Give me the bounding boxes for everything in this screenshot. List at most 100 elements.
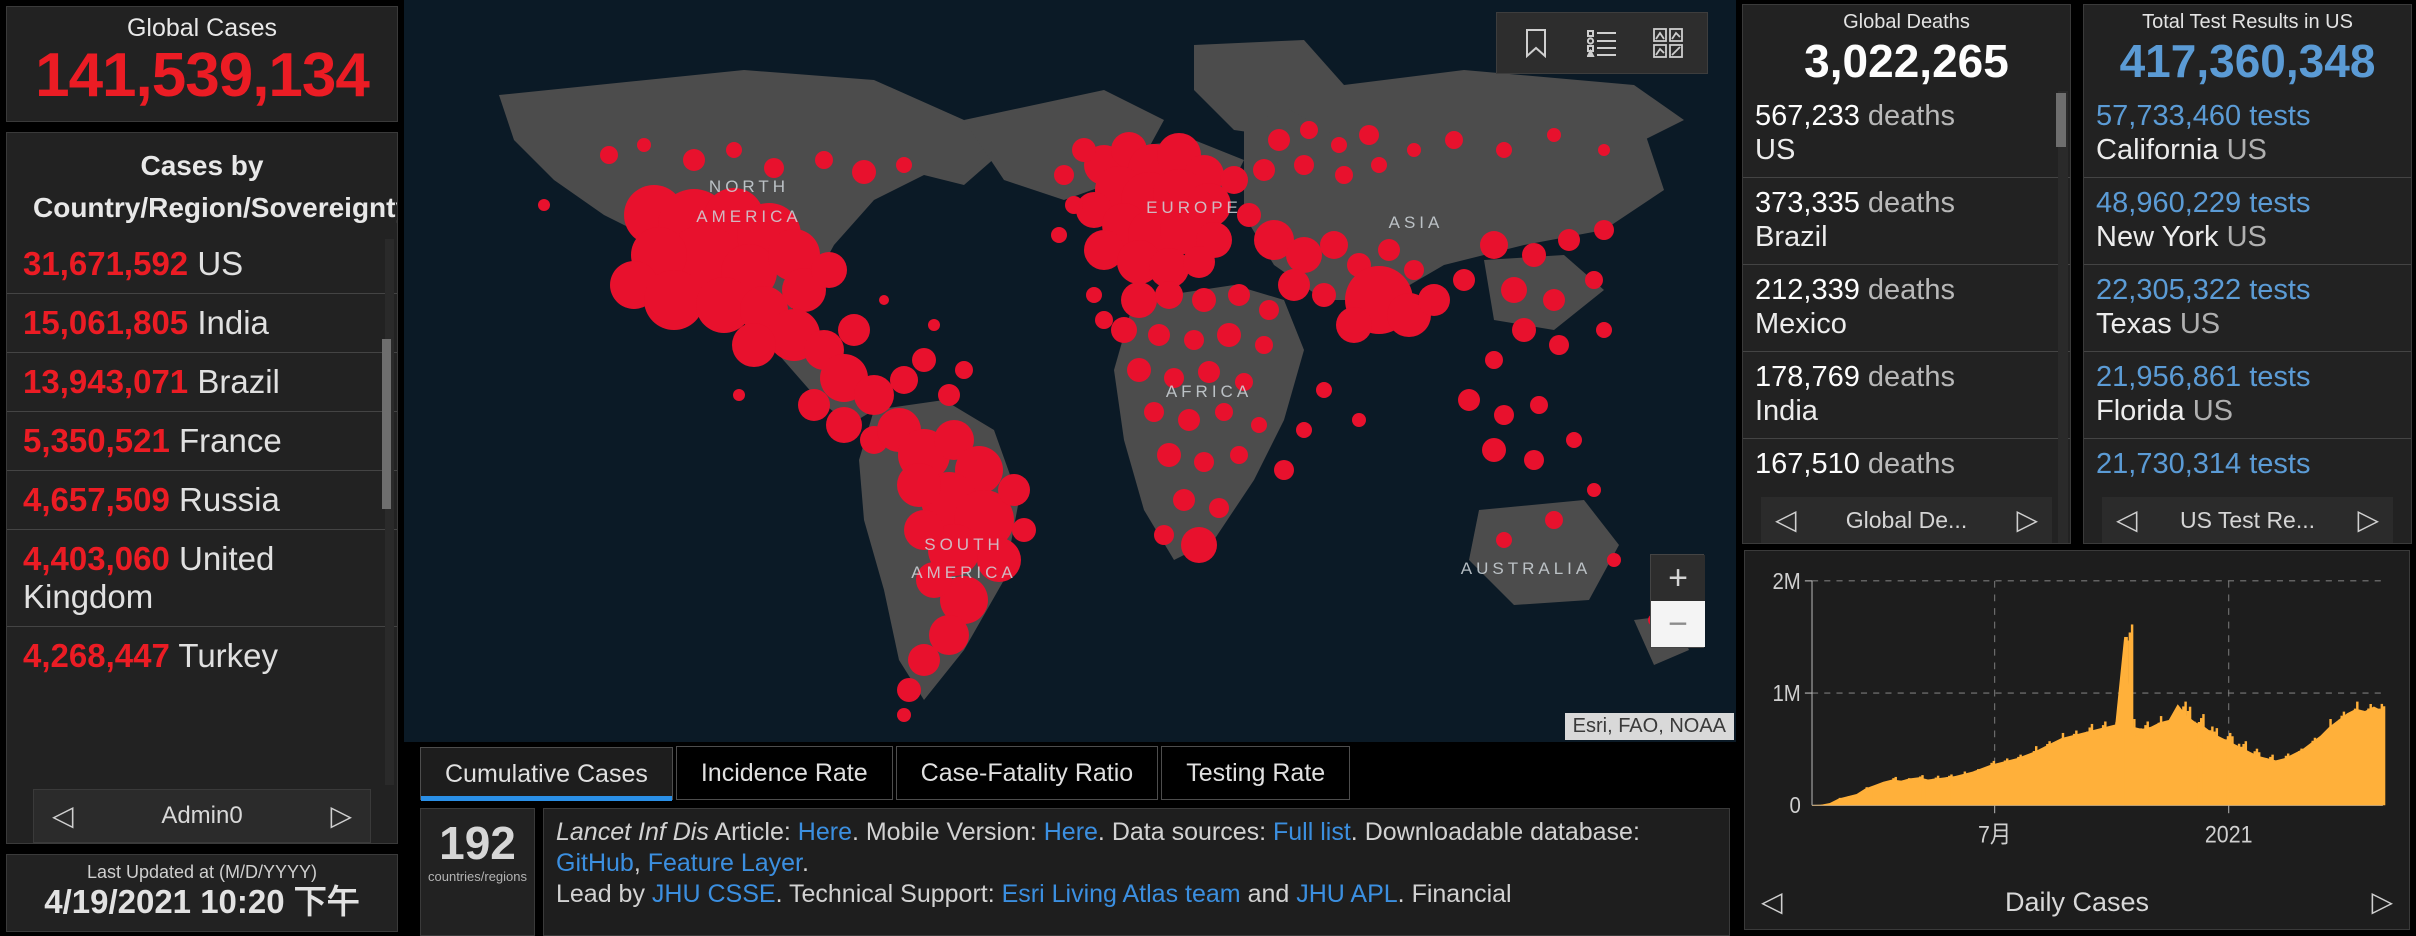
admin0-nav[interactable]: ◁ Admin0 ▷ bbox=[33, 789, 371, 843]
deaths-row[interactable]: 178,769 deaths India bbox=[1743, 351, 2070, 438]
link-esri-living-atlas[interactable]: Esri Living Atlas team bbox=[1002, 880, 1241, 908]
link-here-article[interactable]: Here bbox=[798, 818, 852, 846]
chevron-right-icon[interactable]: ▷ bbox=[2357, 506, 2379, 534]
map-layer-tabs[interactable]: Cumulative Cases Incidence Rate Case-Fatal… bbox=[404, 742, 1736, 801]
us-tests-value: 417,360,348 bbox=[2119, 35, 2376, 87]
tests-count: 22,305,322 tests bbox=[2096, 274, 2311, 306]
deaths-row[interactable]: 567,233 deaths US bbox=[1743, 91, 2070, 177]
last-updated-panel: Last Updated at (M/D/YYYY) 4/19/2021 10:… bbox=[6, 854, 398, 932]
deaths-row[interactable]: 373,335 deaths Brazil bbox=[1743, 177, 2070, 264]
tests-row[interactable]: 21,730,314 tests bbox=[2084, 438, 2411, 491]
deaths-count: 567,233 deaths bbox=[1755, 100, 1955, 132]
link-github[interactable]: GitHub bbox=[556, 849, 634, 877]
info-credits-box[interactable]: Lancet Inf Dis Article: Here. Mobile Ver… bbox=[543, 808, 1730, 936]
chevron-right-icon[interactable]: ▷ bbox=[2371, 888, 2393, 916]
case-value: 31,671,592 bbox=[23, 245, 189, 282]
daily-cases-chart[interactable]: 0 1M 2M 7月 2021 bbox=[1745, 551, 2409, 875]
y-axis-tick: 2M bbox=[1772, 568, 1800, 594]
chevron-right-icon[interactable]: ▷ bbox=[330, 802, 352, 830]
chevron-left-icon[interactable]: ◁ bbox=[2116, 506, 2138, 534]
global-deaths-value: 3,022,265 bbox=[1804, 35, 2009, 87]
tests-row[interactable]: 48,960,229 tests New York US bbox=[2084, 177, 2411, 264]
tests-row[interactable]: 21,956,861 tests Florida US bbox=[2084, 351, 2411, 438]
x-axis-tick: 7月 bbox=[1978, 822, 2011, 848]
map-zoom-controls[interactable]: + − bbox=[1650, 554, 1705, 648]
zoom-in-button[interactable]: + bbox=[1651, 555, 1705, 601]
cases-scrollbar-track[interactable] bbox=[382, 239, 394, 785]
tests-count: 57,733,460 tests bbox=[2096, 100, 2311, 132]
case-value: 4,403,060 bbox=[23, 540, 170, 577]
map-column: NORTH AMERICA SOUTH AMERICA EUROPE ASIA … bbox=[404, 0, 1736, 936]
tests-count: 48,960,229 tests bbox=[2096, 187, 2311, 219]
deaths-place: Mexico bbox=[1755, 308, 1847, 340]
link-full-list[interactable]: Full list bbox=[1273, 818, 1351, 846]
case-value: 4,268,447 bbox=[23, 637, 170, 674]
deaths-row[interactable]: 212,339 deaths Mexico bbox=[1743, 264, 2070, 351]
deaths-place: Brazil bbox=[1755, 221, 1828, 253]
right-sidebar: Global Deaths 3,022,265 567,233 deaths US… bbox=[1736, 0, 2416, 936]
case-row[interactable]: 4,268,447 Turkey bbox=[7, 626, 397, 685]
us-tests-title: Total Test Results in US bbox=[2142, 11, 2353, 33]
deaths-scrollbar-thumb[interactable] bbox=[2056, 93, 2066, 147]
tab-case-fatality-ratio[interactable]: Case-Fatality Ratio bbox=[895, 746, 1159, 800]
link-here-mobile[interactable]: Here bbox=[1044, 818, 1098, 846]
case-region-name: Brazil bbox=[188, 363, 280, 400]
tests-row[interactable]: 57,733,460 tests California US bbox=[2084, 91, 2411, 177]
tests-place: California US bbox=[2096, 134, 2267, 166]
map-canvas[interactable]: NORTH AMERICA SOUTH AMERICA EUROPE ASIA … bbox=[404, 0, 1736, 742]
daily-cases-nav[interactable]: ◁ Daily Cases ▷ bbox=[1745, 875, 2409, 929]
chevron-left-icon[interactable]: ◁ bbox=[1761, 888, 1783, 916]
cases-scrollbar-thumb[interactable] bbox=[382, 339, 391, 509]
link-feature-layer[interactable]: Feature Layer bbox=[648, 849, 802, 877]
bookmark-icon[interactable] bbox=[1507, 17, 1565, 69]
zoom-out-button[interactable]: − bbox=[1651, 601, 1705, 647]
case-value: 5,350,521 bbox=[23, 422, 170, 459]
case-row[interactable]: 13,943,071 Brazil bbox=[7, 352, 397, 411]
case-row[interactable]: 15,061,805 India bbox=[7, 293, 397, 352]
global-deaths-title: Global Deaths bbox=[1843, 11, 1970, 33]
global-deaths-nav[interactable]: ◁ Global De... ▷ bbox=[1761, 497, 2052, 543]
case-row[interactable]: 4,403,060 United Kingdom bbox=[7, 529, 397, 626]
deaths-count: 212,339 deaths bbox=[1755, 274, 1955, 306]
link-jhu-apl[interactable]: JHU APL bbox=[1296, 880, 1397, 908]
case-row[interactable]: 31,671,592 US bbox=[7, 235, 397, 293]
cases-by-region-title: Cases by Country/Region/Sovereignty bbox=[33, 150, 398, 223]
info-text-3a: Lead by bbox=[556, 880, 652, 908]
label-africa: AFRICA bbox=[1166, 382, 1252, 401]
label-north-america-2: AMERICA bbox=[696, 207, 801, 226]
map-toolbar[interactable] bbox=[1496, 12, 1708, 74]
y-axis-tick: 1M bbox=[1772, 680, 1800, 706]
global-cases-value: 141,539,134 bbox=[35, 41, 370, 110]
last-updated-title: Last Updated at (M/D/YYYY) bbox=[86, 862, 318, 882]
label-south-america-1: SOUTH bbox=[924, 535, 1004, 554]
us-tests-list[interactable]: 57,733,460 tests California US 48,960,229 … bbox=[2084, 91, 2411, 543]
admin0-nav-label: Admin0 bbox=[161, 802, 243, 829]
tab-testing-rate[interactable]: Testing Rate bbox=[1161, 746, 1351, 800]
legend-icon[interactable] bbox=[1573, 17, 1631, 69]
case-region-name: Turkey bbox=[169, 637, 279, 674]
case-row[interactable]: 5,350,521 France bbox=[7, 411, 397, 470]
chevron-right-icon[interactable]: ▷ bbox=[2016, 506, 2038, 534]
link-jhu-csse[interactable]: JHU CSSE bbox=[652, 880, 776, 908]
label-australia: AUSTRALIA bbox=[1461, 559, 1591, 578]
tab-incidence-rate[interactable]: Incidence Rate bbox=[675, 746, 893, 800]
covid-dashboard: Global Cases 141,539,134 Cases by Countr… bbox=[0, 0, 2416, 936]
countries-count: 192 bbox=[439, 817, 516, 869]
tests-row[interactable]: 22,305,322 tests Texas US bbox=[2084, 264, 2411, 351]
cases-by-region-list[interactable]: 31,671,592 US 15,061,805 India 13,943,071 … bbox=[7, 235, 397, 789]
chevron-left-icon[interactable]: ◁ bbox=[52, 802, 74, 830]
case-row[interactable]: 4,657,509 Russia bbox=[7, 470, 397, 529]
deaths-scrollbar-track[interactable] bbox=[2056, 91, 2068, 543]
charts-icon[interactable] bbox=[1639, 17, 1697, 69]
left-sidebar: Global Cases 141,539,134 Cases by Countr… bbox=[0, 0, 404, 936]
tab-cumulative-cases[interactable]: Cumulative Cases bbox=[420, 747, 673, 801]
chevron-left-icon[interactable]: ◁ bbox=[1775, 506, 1797, 534]
case-value: 4,657,509 bbox=[23, 481, 170, 518]
world-map[interactable]: NORTH AMERICA SOUTH AMERICA EUROPE ASIA … bbox=[404, 0, 1736, 742]
info-text-3b: . Technical Support: bbox=[775, 880, 1002, 908]
deaths-row[interactable]: 167,510 deaths bbox=[1743, 438, 2070, 491]
global-deaths-list[interactable]: 567,233 deaths US 373,335 deaths Brazil 212,… bbox=[1743, 91, 2070, 543]
tests-count: 21,730,314 tests bbox=[2096, 448, 2311, 480]
tests-place: Texas US bbox=[2096, 308, 2221, 340]
us-tests-nav[interactable]: ◁ US Test Re... ▷ bbox=[2102, 497, 2393, 543]
